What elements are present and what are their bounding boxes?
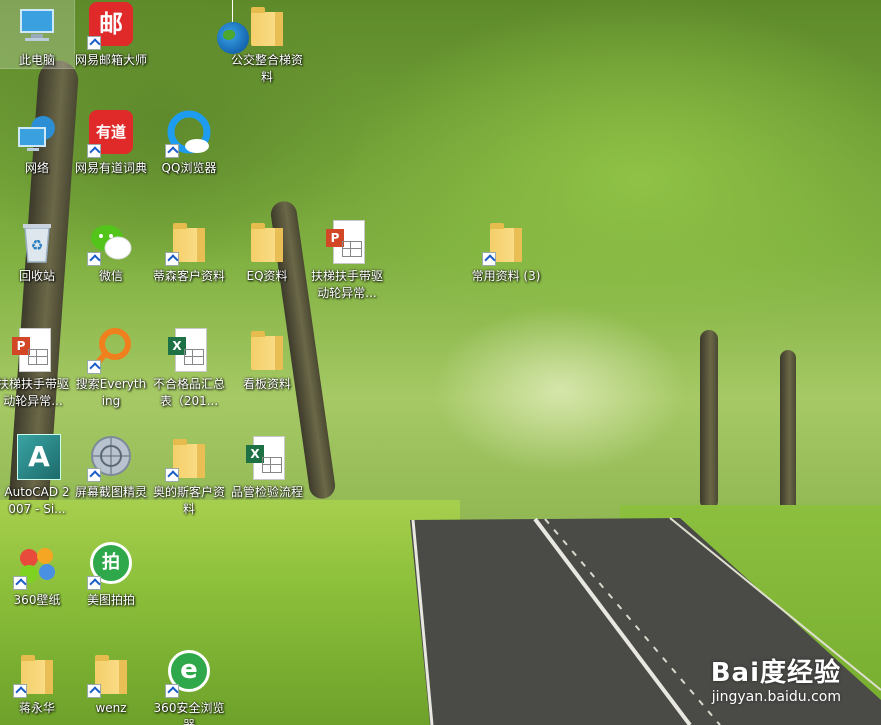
desktop-icon-this-pc[interactable]: 此电脑 — [0, 0, 75, 69]
shortcut-arrow-icon — [165, 144, 179, 158]
shortcut-arrow-icon — [482, 252, 496, 266]
icon-label: 常用资料 (3) — [471, 269, 541, 283]
excel-doc-icon: X — [243, 434, 291, 482]
folder-icon — [243, 2, 291, 50]
meitu-paipai-icon: 拍 — [87, 542, 135, 590]
desktop-icon-escalator-ppt[interactable]: P 扶梯扶手带驱动轮异常... — [310, 216, 384, 320]
icon-label: 美图拍拍 — [86, 593, 135, 607]
icon-label: 公交整合梯资料 — [231, 53, 304, 84]
screenshot-tool-icon — [87, 434, 135, 482]
shortcut-arrow-icon — [13, 684, 27, 698]
desktop-icon-wenz-folder[interactable]: wenz — [74, 648, 148, 724]
shortcut-arrow-icon — [87, 576, 101, 590]
icon-label: 360安全浏览器 — [153, 701, 225, 725]
desktop-icon-common-folder[interactable]: 常用资料 (3) — [468, 216, 544, 320]
shortcut-arrow-icon — [87, 360, 101, 374]
icon-label: 看板资料 — [242, 377, 291, 391]
desktop-icon-meitu[interactable]: 拍 美图拍拍 — [74, 540, 148, 644]
computer-icon — [13, 2, 61, 50]
desktop-icon-eq-folder[interactable]: EQ资料 — [230, 216, 304, 320]
shortcut-arrow-icon — [87, 36, 101, 50]
icon-label: 此电脑 — [18, 53, 55, 67]
desktop-icon-everything[interactable]: 搜索Everything — [74, 324, 148, 428]
desktop-icon-nonconforming-xls[interactable]: X 不合格品汇总表（201... — [152, 324, 226, 428]
shortcut-arrow-icon — [165, 468, 179, 482]
icon-label: 扶梯扶手带驱动轮异常... — [311, 269, 384, 300]
desktop-icon-escalator-ppt-2[interactable]: P 扶梯扶手带驱动轮异常... — [0, 324, 70, 428]
shortcut-arrow-icon — [87, 468, 101, 482]
desktop-icon-qc-xls[interactable]: X 品管检验流程 — [230, 432, 304, 536]
ppt-doc-icon: P — [323, 218, 371, 266]
folder-icon — [482, 218, 530, 266]
desktop-icon-360-browser[interactable]: e 360安全浏览器 — [152, 648, 226, 725]
watermark-brand: Bai度经验 — [710, 658, 841, 688]
desktop-icon-otis-folder[interactable]: 奥的斯客户资料 — [152, 432, 226, 536]
icon-label: 微信 — [98, 269, 123, 283]
desktop-icon-qq-browser[interactable]: QQ浏览器 — [152, 108, 226, 212]
desktop-icon-network[interactable]: 网络 — [0, 108, 74, 212]
360-browser-icon: e — [165, 650, 213, 698]
shortcut-arrow-icon — [87, 252, 101, 266]
desktop-icon-netease-mail[interactable]: 邮 网易邮箱大师 — [74, 0, 148, 104]
desktop-icon-thyssen-folder[interactable]: 蒂森客户资料 — [152, 216, 226, 320]
desktop-icon-jiang-folder[interactable]: 蒋永华 — [0, 648, 74, 724]
shortcut-arrow-icon — [165, 252, 179, 266]
desktop-icon-wechat[interactable]: 微信 — [74, 216, 148, 320]
desktop-icon-360-wallpaper[interactable]: 360壁纸 — [0, 540, 74, 644]
folder-icon — [243, 326, 291, 374]
wechat-icon — [87, 218, 135, 266]
icon-label: 网易邮箱大师 — [75, 53, 148, 67]
icon-label: EQ资料 — [246, 269, 288, 283]
desktop-icon-recycle-bin[interactable]: ♻ 回收站 — [0, 216, 74, 320]
desktop-icon-youdao[interactable]: 有道 网易有道词典 — [74, 108, 148, 212]
icon-label: 回收站 — [18, 269, 55, 283]
icon-label: AutoCAD 2007 - Si... — [4, 485, 70, 516]
icon-label: 网易有道词典 — [75, 161, 148, 175]
autocad-icon: A — [13, 434, 61, 482]
icon-label: 蒂森客户资料 — [153, 269, 226, 283]
folder-icon — [13, 650, 61, 698]
icon-label: 搜索Everything — [75, 377, 147, 408]
desktop-icon-kanban-folder[interactable]: 看板资料 — [230, 324, 304, 428]
folder-icon — [243, 218, 291, 266]
globe-widget-icon[interactable] — [217, 0, 249, 54]
icon-label: QQ浏览器 — [161, 161, 217, 175]
everything-search-icon — [87, 326, 135, 374]
desktop-icon-bus-folder[interactable]: 公交整合梯资料 — [230, 0, 304, 104]
icon-label: 不合格品汇总表（201... — [153, 377, 226, 408]
network-icon — [13, 110, 61, 158]
desktop-icon-screenshot-tool[interactable]: 屏幕截图精灵 — [74, 432, 148, 536]
autocad-glyph: A — [17, 434, 61, 480]
icon-label: 360壁纸 — [13, 593, 61, 607]
icon-label: 奥的斯客户资料 — [153, 485, 226, 516]
desktop-wallpaper: 此电脑 邮 网易邮箱大师 公交整合梯资料 网络 有道 网易有道词典 QQ浏览器 — [0, 0, 881, 725]
watermark-url: jingyan.baidu.com — [711, 689, 841, 705]
shortcut-arrow-icon — [87, 144, 101, 158]
baidu-jingyan-watermark: Bai度经验 jingyan.baidu.com — [711, 652, 841, 705]
qq-browser-icon — [165, 110, 213, 158]
excel-doc-icon: X — [165, 326, 213, 374]
ppt-doc-icon: P — [9, 326, 57, 374]
folder-icon — [165, 218, 213, 266]
recycle-bin-icon: ♻ — [13, 218, 61, 266]
icon-label: 蒋永华 — [18, 701, 55, 715]
icon-label: 网络 — [24, 161, 49, 175]
youdao-dict-icon: 有道 — [87, 110, 135, 158]
shortcut-arrow-icon — [165, 684, 179, 698]
svg-text:♻: ♻ — [31, 238, 44, 254]
icon-label: 扶梯扶手带驱动轮异常... — [0, 377, 70, 408]
icon-label: 品管检验流程 — [231, 485, 304, 499]
icon-label: wenz — [95, 701, 127, 715]
shortcut-arrow-icon — [87, 684, 101, 698]
folder-icon — [165, 434, 213, 482]
folder-icon — [87, 650, 135, 698]
shortcut-arrow-icon — [13, 576, 27, 590]
icon-label: 屏幕截图精灵 — [75, 485, 148, 499]
360-wallpaper-icon — [13, 542, 61, 590]
netease-mail-icon: 邮 — [87, 2, 135, 50]
desktop-icon-autocad[interactable]: A AutoCAD 2007 - Si... — [0, 432, 74, 536]
